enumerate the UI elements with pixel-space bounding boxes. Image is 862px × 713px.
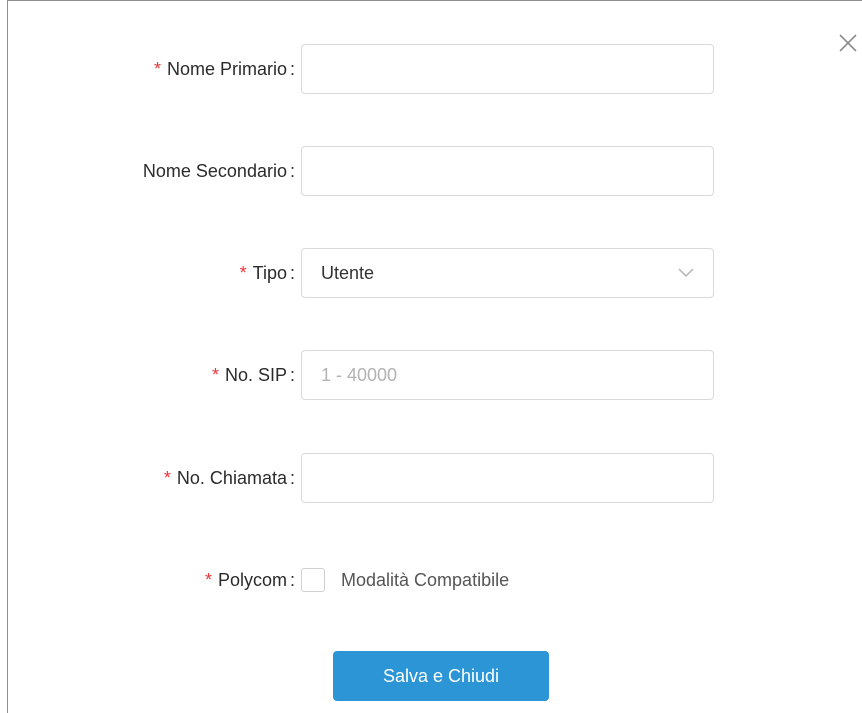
label-colon: : <box>289 161 295 181</box>
type-selected-value: Utente <box>321 262 375 283</box>
type-label: * Tipo: <box>240 248 295 298</box>
required-mark: * <box>153 59 161 79</box>
secondary-name-label: Nome Secondario: <box>143 146 295 196</box>
label-colon: : <box>289 468 295 488</box>
call-number-input[interactable] <box>301 453 714 503</box>
label-colon: : <box>289 365 295 385</box>
sip-number-label-text: No. SIP <box>224 365 287 385</box>
type-label-text: Tipo <box>252 263 287 283</box>
required-mark: * <box>204 570 212 590</box>
compatible-mode-checkbox[interactable] <box>301 568 325 592</box>
polycom-label: * Polycom: <box>205 555 295 605</box>
label-colon: : <box>289 570 295 590</box>
sip-number-input[interactable] <box>301 350 714 400</box>
required-mark: * <box>239 263 247 283</box>
secondary-name-label-text: Nome Secondario <box>142 161 287 181</box>
label-colon: : <box>289 59 295 79</box>
required-mark: * <box>211 365 219 385</box>
required-mark: * <box>163 468 171 488</box>
form-row-polycom: * Polycom: Modalità Compatibile <box>8 555 862 605</box>
primary-name-label: * Nome Primario: <box>154 44 295 94</box>
compatible-mode-option[interactable]: Modalità Compatibile <box>301 567 509 593</box>
primary-name-input[interactable] <box>301 44 714 94</box>
sip-number-label: * No. SIP: <box>212 350 295 400</box>
primary-name-label-text: Nome Primario <box>166 59 287 79</box>
save-and-close-button[interactable]: Salva e Chiudi <box>333 651 549 701</box>
polycom-label-text: Polycom <box>217 570 287 590</box>
label-colon: : <box>289 263 295 283</box>
secondary-name-input[interactable] <box>301 146 714 196</box>
type-select[interactable]: Utente <box>301 248 714 298</box>
form-row-type: * Tipo: Utente <box>8 248 862 298</box>
dialog: * Nome Primario: Nome Secondario: * Tipo: … <box>7 0 862 713</box>
form-row-secondary-name: Nome Secondario: <box>8 146 862 196</box>
call-number-label-text: No. Chiamata <box>176 468 287 488</box>
form-row-sip-number: * No. SIP: <box>8 350 862 400</box>
form-row-primary-name: * Nome Primario: <box>8 44 862 94</box>
chevron-down-icon <box>678 268 694 277</box>
form-row-call-number: * No. Chiamata: <box>8 453 862 503</box>
compatible-mode-label: Modalità Compatibile <box>341 569 510 590</box>
call-number-label: * No. Chiamata: <box>164 453 295 503</box>
